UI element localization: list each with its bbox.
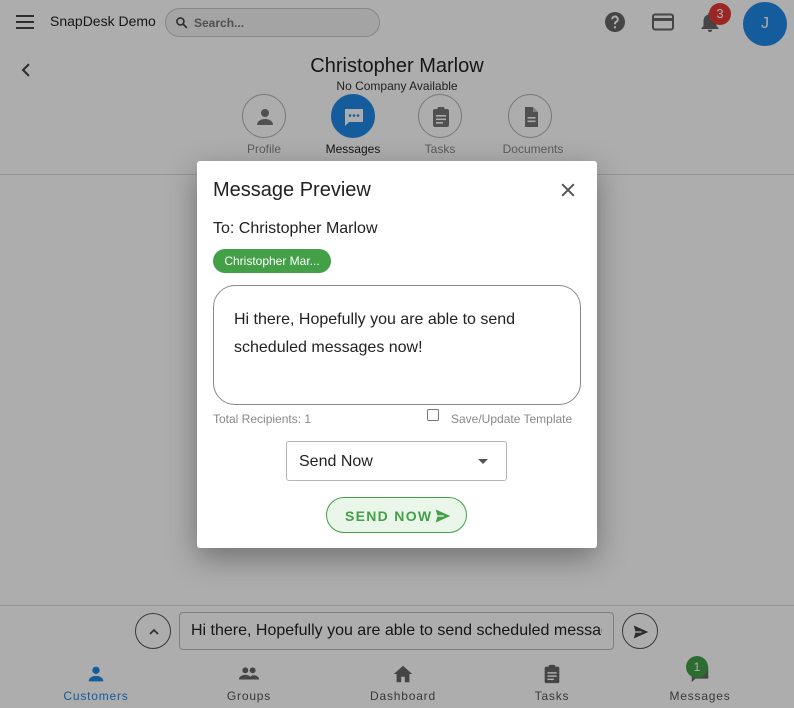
send-now-label: SEND NOW <box>345 508 433 524</box>
total-recipients: Total Recipients: 1 <box>213 412 312 426</box>
message-preview-dialog: Message Preview To: Christopher Marlow C… <box>197 161 597 548</box>
close-icon[interactable] <box>558 180 578 200</box>
send-icon <box>435 509 451 523</box>
send-now-button[interactable]: SEND NOW <box>326 497 467 533</box>
dialog-title: Message Preview <box>213 179 371 201</box>
recipient-chip[interactable]: Christopher Mar... <box>213 249 331 273</box>
send-option-select[interactable]: Send Now <box>286 441 507 481</box>
recipient-line: To: Christopher Marlow <box>213 220 378 237</box>
send-option-value: Send Now <box>299 453 373 470</box>
message-preview-text: Hi there, Hopefully you are able to send… <box>213 285 581 405</box>
dropdown-arrow-icon <box>478 459 488 464</box>
save-template-label: Save/Update Template <box>451 412 573 426</box>
save-template-checkbox[interactable] <box>427 409 439 421</box>
